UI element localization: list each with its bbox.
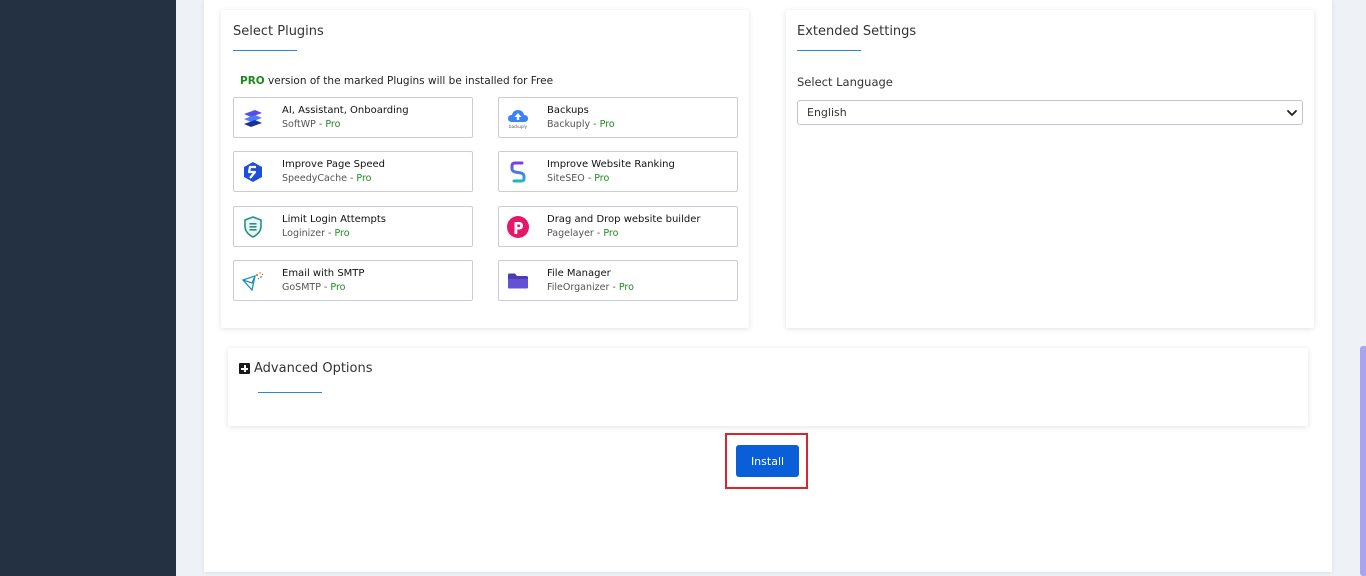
speedycache-icon: [244, 162, 262, 182]
pagelayer-icon: [507, 216, 529, 238]
pro-tag: PRO: [240, 75, 265, 87]
language-label: Select Language: [797, 75, 893, 89]
plugin-tile-backuply[interactable]: backuply Backups Backuply - Pro: [498, 97, 738, 138]
plugin-vendor: Pagelayer - Pro: [547, 228, 619, 239]
pro-note: PRO version of the marked Plugins will b…: [240, 75, 553, 87]
plugin-name: Limit Login Attempts: [282, 214, 387, 225]
title-underline: [233, 50, 297, 51]
plugin-tile-softwp[interactable]: AI, Assistant, Onboarding SoftWP - Pro: [233, 97, 473, 138]
plugin-tile-fileorganizer[interactable]: File Manager FileOrganizer - Pro: [498, 260, 738, 301]
gosmtp-icon: [241, 272, 264, 292]
install-form-card: Select Plugins PRO version of the marked…: [204, 0, 1332, 572]
language-value: English: [807, 106, 847, 119]
sidebar: [0, 0, 176, 576]
plugin-tile-loginizer[interactable]: Limit Login Attempts Loginizer - Pro: [233, 206, 473, 247]
extended-settings-panel: Extended Settings Select Language Englis…: [786, 10, 1314, 328]
siteseo-icon: [510, 161, 526, 183]
plugin-vendor: FileOrganizer - Pro: [547, 282, 634, 293]
fileorganizer-folder-icon: [508, 273, 528, 289]
scrollbar-thumb[interactable]: [1360, 346, 1366, 576]
plugin-name: Email with SMTP: [282, 268, 365, 279]
plugin-vendor: Loginizer - Pro: [282, 228, 350, 239]
title-underline: [797, 50, 861, 51]
plugin-name: Improve Website Ranking: [547, 159, 675, 170]
language-select[interactable]: English: [797, 100, 1303, 125]
plugin-tile-siteseo[interactable]: Improve Website Ranking SiteSEO - Pro: [498, 151, 738, 192]
plugin-tile-pagelayer[interactable]: Drag and Drop website builder Pagelayer …: [498, 206, 738, 247]
plugin-vendor: SoftWP - Pro: [282, 119, 341, 130]
plugin-vendor: Backuply - Pro: [547, 119, 615, 130]
page-scrollbar[interactable]: [1360, 0, 1366, 576]
title-underline: [258, 392, 322, 393]
svg-text:backuply: backuply: [509, 124, 528, 129]
plugin-name: Drag and Drop website builder: [547, 214, 701, 225]
advanced-options-toggle[interactable]: Advanced Options: [254, 361, 373, 376]
plugin-name: File Manager: [547, 268, 611, 279]
advanced-options-panel: Advanced Options: [228, 348, 1308, 426]
extended-settings-title: Extended Settings: [797, 24, 917, 39]
install-highlight-box: Install: [725, 433, 808, 489]
plugin-tile-speedycache[interactable]: Improve Page Speed SpeedyCache - Pro: [233, 151, 473, 192]
plugin-vendor: SiteSEO - Pro: [547, 173, 610, 184]
expand-plus-icon[interactable]: [239, 363, 250, 374]
pro-note-text: version of the marked Plugins will be in…: [264, 75, 554, 87]
plugin-vendor: GoSMTP - Pro: [282, 282, 346, 293]
install-button[interactable]: Install: [736, 445, 799, 477]
softwp-icon: [244, 110, 262, 127]
loginizer-shield-icon: [244, 216, 262, 238]
backuply-cloud-icon: backuply: [508, 110, 528, 129]
plugin-name: Backups: [547, 105, 589, 116]
plugin-tile-gosmtp[interactable]: Email with SMTP GoSMTP - Pro: [233, 260, 473, 301]
select-plugins-panel: Select Plugins PRO version of the marked…: [221, 10, 749, 328]
plugin-vendor: SpeedyCache - Pro: [282, 173, 372, 184]
plugin-name: Improve Page Speed: [282, 159, 386, 170]
chevron-down-icon: [1287, 110, 1297, 116]
plugin-name: AI, Assistant, Onboarding: [282, 105, 409, 116]
select-plugins-title: Select Plugins: [233, 24, 324, 39]
